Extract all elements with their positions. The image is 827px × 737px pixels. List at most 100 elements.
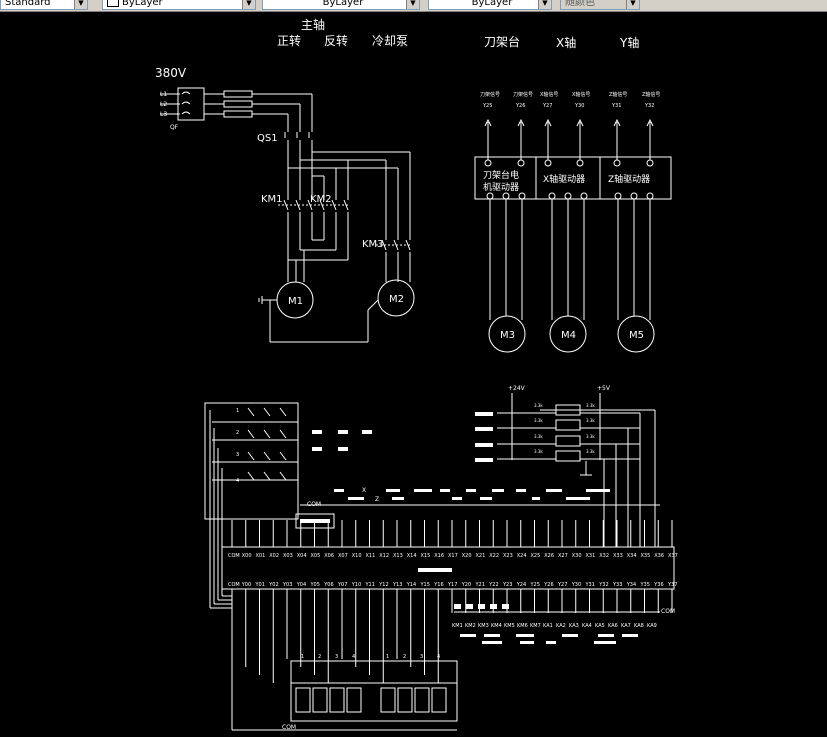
relay-label: KA8 [634,623,644,629]
signal-caption: 刀架信号 [480,91,500,98]
linetype-dropdown[interactable]: ByLayer ▼ [102,0,256,10]
plc-output-pin: Y22 [488,582,498,588]
plc-output-pin: Y07 [337,582,347,588]
plc-output-pin: Y25 [530,582,540,588]
resistor-label: 3.3k [534,403,543,408]
chevron-down-icon: ▼ [538,0,551,9]
relay-label: KA3 [569,623,579,629]
plc-x-label: X [362,487,366,494]
signal-id: Y25 [482,103,492,109]
m1-label: M1 [288,296,303,307]
plc-output-pin: Y31 [585,582,595,588]
properties-toolbar: Standard ▼ ByLayer ▼ ByLayer ▼ ByLayer ▼… [0,0,827,12]
chevron-down-icon: ▼ [74,0,87,9]
plc-input-pin: X26 [544,553,554,559]
qs1-label: QS1 [257,133,278,144]
relay-label: KA2 [556,623,566,629]
x-driver-label: X轴驱动器 [543,173,585,185]
text-style-value: Standard [5,0,51,8]
resistor-label: 3.3k [586,449,595,454]
plc-output-pin: Y00 [241,582,251,588]
plc-input-pin: X00 [242,553,252,559]
display-digit-number: 3 [335,654,338,660]
relay-label: KM6 [517,623,528,629]
display-digit-number: 4 [437,654,440,660]
qf-label: QF [170,124,179,131]
resistor-label: 3.3k [586,418,595,423]
control-circuit [204,393,675,731]
display-digit-number: 2 [403,654,406,660]
plc-input-pin: X10 [352,553,362,559]
plc-output-pin: Y10 [351,582,361,588]
plc-input-pin: X31 [586,553,596,559]
drawing-canvas[interactable]: 主轴 正转 反转 冷却泵 刀架台 X轴 Y轴 380V QS1 KM1 KM2 … [0,12,827,737]
lineweight-value: ByLayer [322,0,364,8]
plc-input-pin: X01 [256,553,266,559]
z-driver-label: Z轴驱动器 [608,173,650,185]
plc-input-pin: X17 [448,553,458,559]
plc-output-pin: Y37 [667,582,677,588]
plc-output-pin: Y14 [406,582,416,588]
display-digit-number: 1 [301,654,304,660]
plc-output-pin: Y21 [475,582,485,588]
plotstyle-value: ByLayer [471,0,513,8]
pin-label-blocks [300,412,638,644]
relay-label: KM7 [530,623,541,629]
color-value: 随颜色 [565,0,595,8]
relay-label: KM4 [491,623,502,629]
plc-output-pin: Y01 [255,582,265,588]
plc-output-pin: Y15 [420,582,430,588]
plc-output-pin: Y33 [612,582,622,588]
relay-label: KA9 [647,623,657,629]
turret-driver-line2: 机驱动器 [483,181,519,193]
plc-input-pin: X12 [379,553,389,559]
plc-input-pin: X03 [283,553,293,559]
plc-input-pin: X33 [613,553,623,559]
relay-label: KA7 [621,623,631,629]
plotstyle-dropdown[interactable]: ByLayer ▼ [428,0,552,10]
text-style-dropdown[interactable]: Standard ▼ [0,0,88,10]
signal-id: Y32 [644,103,654,109]
plc-input-pin: X37 [668,553,678,559]
chevron-down-icon: ▼ [626,0,639,9]
plc-input-pin: X34 [627,553,637,559]
plc-output-pin: Y05 [310,582,320,588]
supply-24v: +24V [508,385,526,392]
plc-input-pin: X14 [407,553,417,559]
header-reverse: 反转 [324,33,348,48]
plc-input-pin: X07 [338,553,348,559]
relay-label: KM3 [478,623,489,629]
signal-id: Y31 [611,103,621,109]
chevron-down-icon: ▼ [242,0,255,9]
relay-label: KM5 [504,623,515,629]
plc-input-pin: X25 [531,553,541,559]
plc-input-pin: X24 [517,553,527,559]
plc-com-label: COM [307,501,321,508]
plc-input-pin: X13 [393,553,403,559]
relay-label: KA4 [582,623,592,629]
km2-label: KM2 [310,194,332,205]
chevron-down-icon: ▼ [406,0,419,9]
plc-input-pin: X04 [297,553,307,559]
m2-label: M2 [389,294,404,305]
plc-input-pin: X15 [421,553,431,559]
plc-output-pin: Y17 [447,582,457,588]
plc-input-pin: X23 [503,553,513,559]
switch-number: 3 [236,452,239,458]
resistor-label: 3.3k [534,449,543,454]
plc-output-pin: Y24 [516,582,526,588]
plc-output-pin: Y11 [365,582,375,588]
color-dropdown[interactable]: 随颜色 ▼ [560,0,640,10]
switch-number: 4 [236,478,239,484]
m5-label: M5 [629,330,644,341]
signal-id: Y26 [515,103,525,109]
signal-id: Y30 [574,103,584,109]
header-forward: 正转 [277,33,301,48]
lineweight-dropdown[interactable]: ByLayer ▼ [262,0,420,10]
driver-section [474,118,672,353]
signal-caption: Z轴信号 [642,91,660,98]
plc-output-pin: Y20 [461,582,471,588]
header-coolant-pump: 冷却泵 [372,34,408,48]
plc-input-pin: X27 [558,553,568,559]
plc-input-pin: X02 [269,553,279,559]
